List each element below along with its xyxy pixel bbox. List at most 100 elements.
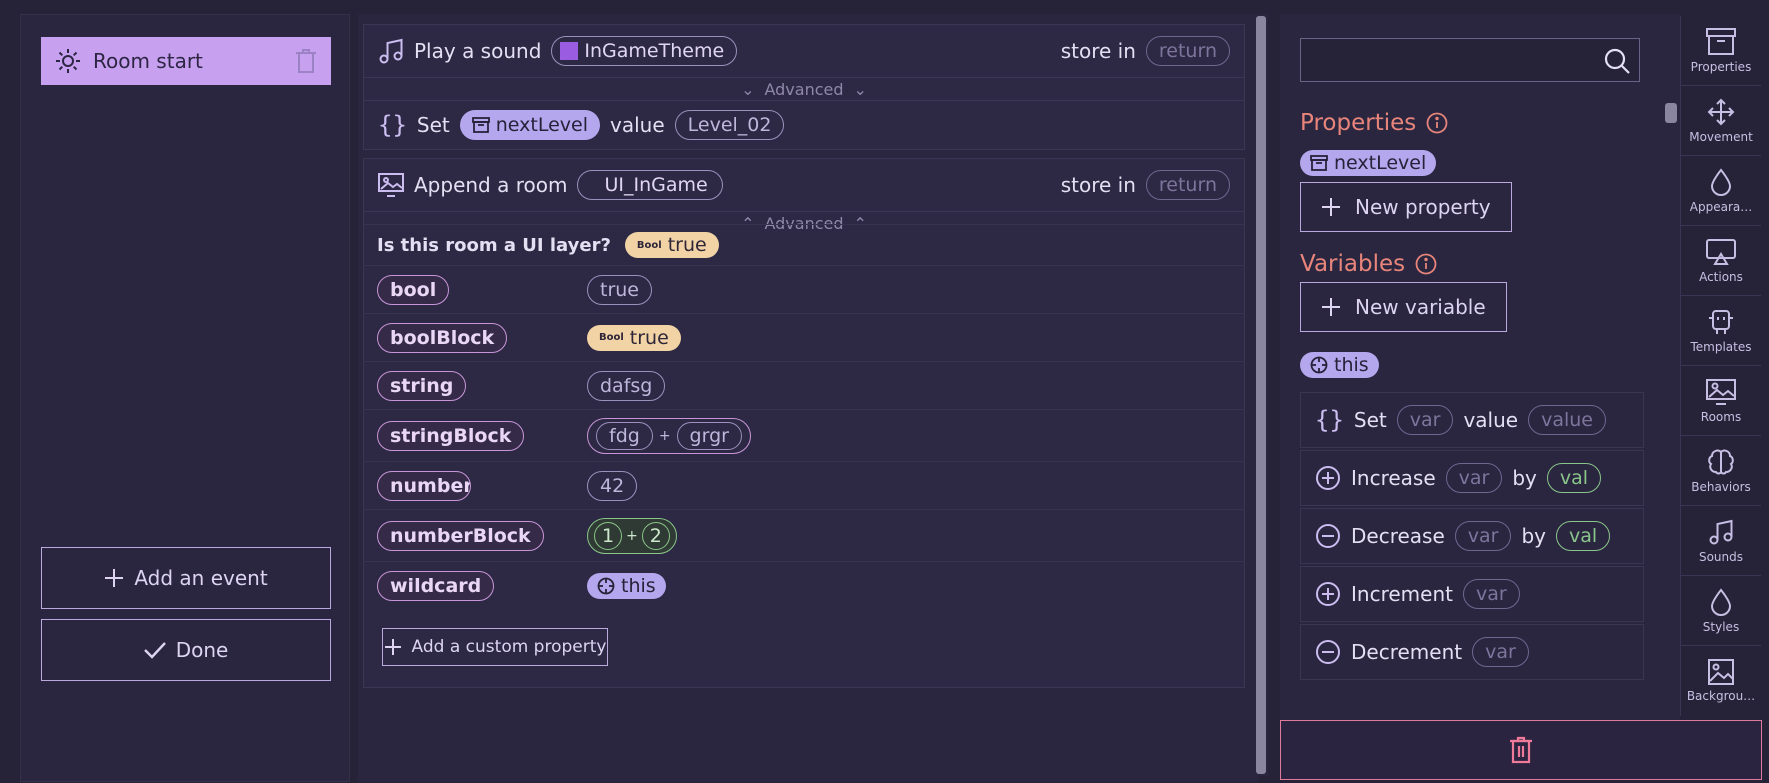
property-value[interactable]: true (587, 274, 652, 305)
value-slot[interactable]: value (1528, 405, 1606, 435)
archive-icon (471, 117, 490, 133)
tab-properties[interactable]: Properties (1681, 16, 1761, 86)
archive-icon (1310, 155, 1328, 171)
tab-rooms[interactable]: Rooms (1681, 366, 1761, 436)
bool-icon: Bool (599, 332, 624, 343)
tab-backgrounds[interactable]: Backgrou… (1681, 646, 1761, 716)
concat-operand-a[interactable]: fdg (596, 421, 653, 450)
property-value[interactable]: 42 (587, 470, 638, 501)
property-key[interactable]: bool (377, 274, 450, 305)
math-operand-b[interactable]: 2 (641, 521, 670, 550)
scrollbar-thumb[interactable] (1256, 16, 1266, 774)
property-value: this (621, 575, 656, 597)
property-key[interactable]: stringBlock (377, 420, 525, 451)
set-block[interactable]: {} Set nextLevel value Level_02 (363, 100, 1245, 150)
tab-appearance[interactable]: Appeara… (1681, 156, 1761, 226)
chevron-down-icon: ⌄ (741, 80, 755, 99)
add-custom-property-button[interactable]: Add a custom property (382, 628, 608, 666)
tab-styles[interactable]: Styles (1681, 576, 1761, 646)
store-in-label: store in (1060, 39, 1136, 63)
var-slot[interactable]: var (1445, 463, 1503, 493)
property-row: stringBlock fdg + grgr (363, 410, 1245, 462)
sound-name: InGameTheme (584, 40, 725, 62)
tab-sounds[interactable]: Sounds (1681, 506, 1761, 576)
concat-block[interactable]: fdg + grgr (587, 417, 751, 454)
var-slot[interactable]: var (1396, 405, 1454, 435)
search-field[interactable] (1300, 38, 1640, 82)
delete-drop-zone[interactable] (1280, 720, 1762, 780)
plus-icon (1321, 197, 1341, 217)
block-verb: Decrease (1351, 524, 1445, 548)
property-key[interactable]: wildcard (377, 571, 495, 601)
property-value: true (629, 326, 669, 349)
var-slot[interactable]: var (1462, 579, 1520, 609)
tab-label: Movement (1689, 129, 1753, 144)
droplet-icon (1710, 587, 1732, 616)
var-slot[interactable]: var (1472, 637, 1529, 667)
return-field[interactable]: return (1145, 170, 1230, 200)
property-value[interactable]: dafsg (587, 370, 666, 401)
math-block[interactable]: 1 + 2 (587, 517, 677, 554)
store-in-label: store in (1060, 173, 1136, 197)
tab-label: Backgrou… (1686, 689, 1756, 703)
bool-toggle[interactable]: Bool true (587, 324, 681, 351)
tab-label: Appeara… (1689, 199, 1753, 214)
var-slot[interactable]: var (1454, 521, 1512, 551)
new-variable-label: New variable (1355, 295, 1486, 319)
val-slot[interactable]: val (1546, 463, 1602, 493)
this-chip[interactable]: this (1300, 352, 1379, 378)
tab-behaviors[interactable]: Behaviors (1681, 436, 1761, 506)
tab-movement[interactable]: Movement (1681, 86, 1761, 156)
info-icon[interactable] (1426, 112, 1448, 134)
value-field[interactable]: Level_02 (674, 110, 785, 140)
trash-icon[interactable] (295, 48, 317, 74)
property-key[interactable]: numberBlock (377, 520, 544, 551)
music-note-icon (378, 38, 404, 64)
decrement-block[interactable]: Decrement var (1300, 624, 1644, 680)
chevron-down-icon: ⌄ (853, 80, 867, 99)
property-key[interactable]: number (377, 470, 471, 501)
property-key[interactable]: boolBlock (377, 322, 508, 353)
event-room-start[interactable]: Room start (41, 37, 331, 85)
play-sound-block[interactable]: Play a sound InGameTheme store in return… (363, 24, 1245, 101)
sound-chip[interactable]: InGameTheme (551, 36, 738, 66)
add-event-button[interactable]: Add an event (41, 547, 331, 609)
new-variable-button[interactable]: New variable (1300, 282, 1507, 332)
info-icon[interactable] (1415, 253, 1437, 275)
tab-actions[interactable]: Actions (1681, 226, 1761, 296)
ui-layer-toggle[interactable]: Bool true (624, 232, 719, 258)
archive-icon (1706, 27, 1736, 55)
tab-label: Properties (1690, 59, 1752, 74)
variable-chip[interactable]: nextLevel (459, 110, 600, 140)
math-operand-a[interactable]: 1 (594, 521, 622, 550)
val-slot[interactable]: val (1556, 521, 1611, 551)
increment-block[interactable]: Increment var (1300, 566, 1644, 622)
bool-icon: Bool (636, 239, 662, 251)
plus-circle-icon (1315, 581, 1341, 607)
increase-block[interactable]: Increase var by val (1300, 450, 1644, 506)
ui-layer-row: Is this room a UI layer? Bool true (363, 224, 1245, 266)
search-icon[interactable] (1603, 47, 1631, 75)
this-chip[interactable]: this (587, 573, 666, 599)
crosshair-icon (597, 577, 615, 595)
braces-icon: {} (1315, 406, 1344, 434)
property-chip[interactable]: nextLevel (1300, 150, 1437, 176)
editor-scrollbar[interactable] (1254, 14, 1268, 776)
droplet-icon (1710, 167, 1732, 196)
search-input[interactable] (1301, 39, 1591, 81)
concat-operand-b[interactable]: grgr (676, 421, 742, 450)
blocks-list: {} Set var value value Increase var by v… (1280, 380, 1680, 722)
property-key[interactable]: string (377, 370, 467, 401)
room-chip[interactable]: UI_InGame (577, 170, 723, 200)
scrollbar-thumb[interactable] (1665, 103, 1677, 123)
done-button[interactable]: Done (41, 619, 331, 681)
block-verb: Increment (1351, 582, 1453, 606)
advanced-toggle[interactable]: ⌄ Advanced ⌄ (364, 77, 1244, 101)
new-property-button[interactable]: New property (1300, 182, 1512, 232)
image-icon (1708, 659, 1734, 685)
set-var-block[interactable]: {} Set var value value (1300, 392, 1644, 448)
return-field[interactable]: return (1145, 36, 1230, 66)
tab-templates[interactable]: Templates (1681, 296, 1761, 366)
library-scrollbar[interactable] (1664, 100, 1678, 720)
decrease-block[interactable]: Decrease var by val (1300, 508, 1644, 564)
